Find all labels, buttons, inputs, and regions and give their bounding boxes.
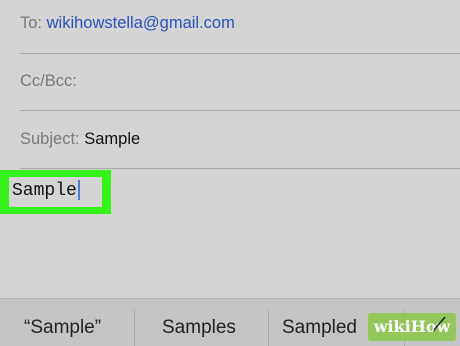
suggestion-separator bbox=[268, 309, 269, 346]
suggestion-sampled[interactable]: Sampled bbox=[282, 317, 357, 339]
suggestion-samples[interactable]: Samples bbox=[162, 317, 236, 339]
subject-value[interactable]: Sample bbox=[84, 130, 140, 148]
pencil-icon bbox=[433, 316, 446, 332]
to-row[interactable]: To: wikihowstella@gmail.com bbox=[0, 0, 460, 53]
message-body-text: Sample bbox=[12, 181, 77, 201]
message-body[interactable]: Sample bbox=[9, 177, 102, 207]
subject-row[interactable]: Subject: Sample bbox=[0, 111, 460, 168]
text-cursor bbox=[77, 180, 80, 201]
suggestion-quoted[interactable]: “Sample” bbox=[24, 317, 101, 339]
suggestion-separator bbox=[134, 309, 135, 346]
divider bbox=[20, 168, 460, 169]
cc-bcc-label: Cc/Bcc: bbox=[20, 72, 77, 90]
to-recipient[interactable]: wikihowstella@gmail.com bbox=[47, 14, 235, 32]
to-label: To: bbox=[20, 14, 43, 32]
cc-bcc-row[interactable]: Cc/Bcc: bbox=[0, 54, 460, 110]
subject-label: Subject: bbox=[20, 130, 80, 148]
